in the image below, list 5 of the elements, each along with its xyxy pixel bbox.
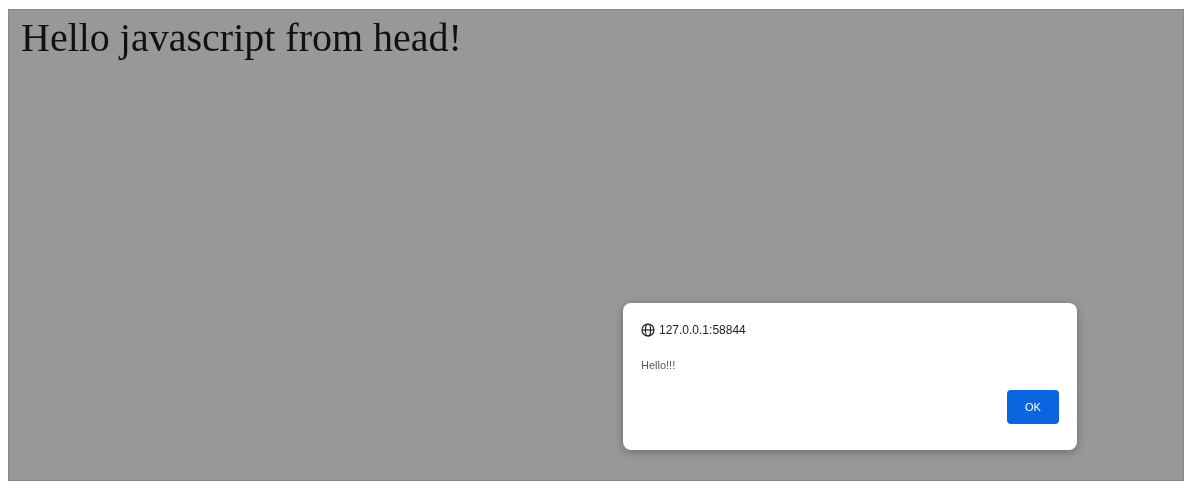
dialog-message: Hello!!! (641, 358, 676, 373)
globe-icon (641, 323, 655, 337)
dialog-origin: 127.0.0.1:58844 (659, 322, 746, 339)
page-heading: Hello javascript from head! (20, 14, 462, 62)
ok-button[interactable]: OK (1007, 390, 1059, 424)
